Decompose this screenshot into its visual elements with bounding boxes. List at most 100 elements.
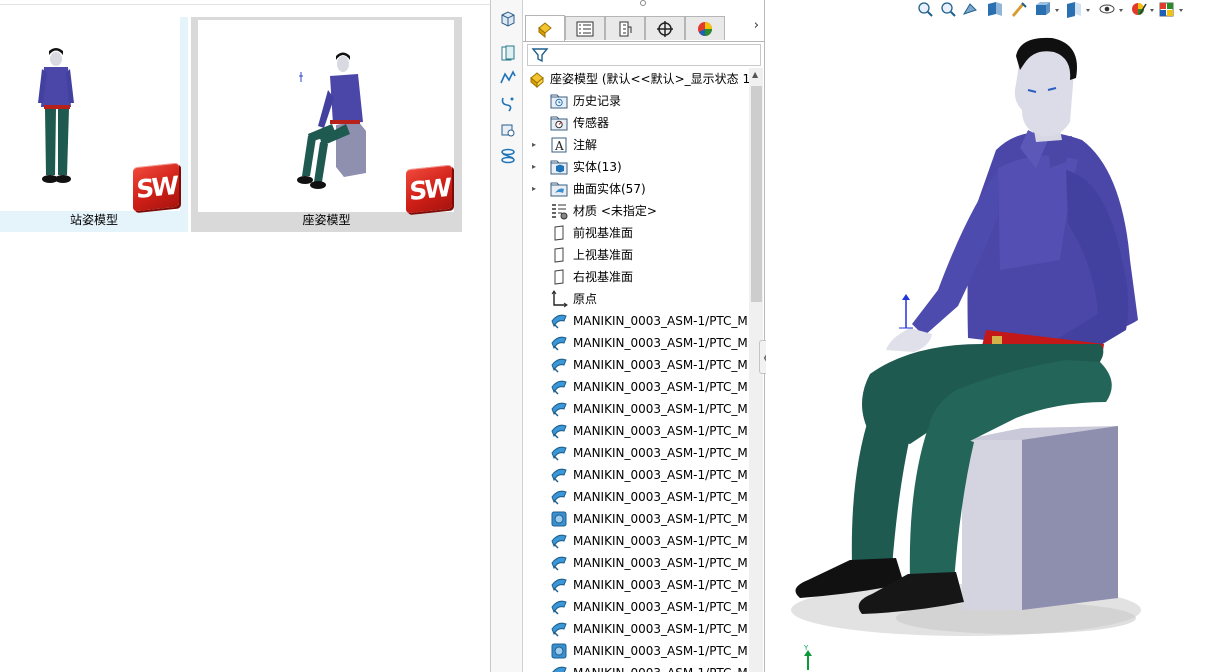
tree-item[interactable]: MANIKIN_0003_ASM-1/PTC_M: [523, 332, 749, 354]
file-name: 站姿模型: [69, 213, 118, 227]
tree-item[interactable]: MANIKIN_0003_ASM-1/PTC_M: [523, 640, 749, 662]
tree-item-label: MANIKIN_0003_ASM-1/PTC_M: [573, 534, 748, 548]
seated-manikin-model[interactable]: [766, 0, 1228, 672]
tree-item[interactable]: MANIKIN_0003_ASM-1/PTC_M: [523, 310, 749, 332]
tree-item[interactable]: MANIKIN_0003_ASM-1/PTC_M: [523, 618, 749, 640]
tree-item[interactable]: 材质 <未指定>: [523, 200, 749, 222]
tree-root-part[interactable]: 座姿模型 (默认<<默认>_显示状态 1: [523, 68, 749, 90]
tree-item-label: MANIKIN_0003_ASM-1/PTC_M: [573, 314, 748, 328]
tree-item[interactable]: 历史记录: [523, 90, 749, 112]
configuration-manager-tab[interactable]: [605, 16, 645, 40]
sensor-folder-icon: [550, 116, 568, 131]
explorer-top-border: [0, 0, 490, 5]
property-list-icon: [576, 21, 594, 36]
tree-item-label: MANIKIN_0003_ASM-1/PTC_M: [573, 622, 748, 636]
tree-item-label: 传感器: [573, 116, 610, 130]
imported-surface-icon: [551, 380, 567, 395]
tree-item-label: MANIKIN_0003_ASM-1/PTC_M: [573, 644, 748, 658]
tree-item-label: MANIKIN_0003_ASM-1/PTC_M: [573, 490, 748, 504]
imported-surface-icon: [551, 490, 567, 505]
file-explorer: SW 站姿模型 SW 座姿模型: [0, 0, 490, 672]
imported-surface-icon: [551, 622, 567, 637]
surface-bodies-icon: [550, 182, 568, 197]
display-manager-tab[interactable]: [685, 16, 725, 40]
imported-surface-icon: [551, 468, 567, 483]
tree-item[interactable]: 前视基准面: [523, 222, 749, 244]
feature-tree-filter[interactable]: [527, 44, 761, 66]
imported-surface-icon: [551, 600, 567, 615]
graphics-area[interactable]: Y: [766, 0, 1228, 672]
tree-item[interactable]: MANIKIN_0003_ASM-1/PTC_M: [523, 398, 749, 420]
tree-item-label: MANIKIN_0003_ASM-1/PTC_M: [573, 662, 748, 672]
imported-surface-icon: [551, 446, 567, 461]
imported-surface-icon: [551, 578, 567, 593]
tree-item-label: 历史记录: [573, 94, 622, 108]
feature-manager-panel: › 座姿模型 (默认<<默认>_显示状态 1 历史记录传感器 ▸ A 注解 ▸ 实体(13…: [523, 0, 765, 672]
tree-item[interactable]: MANIKIN_0003_ASM-1/PTC_M: [523, 376, 749, 398]
tree-item[interactable]: MANIKIN_0003_ASM-1/PTC_M: [523, 662, 749, 672]
imported-surface-icon: [551, 314, 567, 329]
tree-item[interactable]: MANIKIN_0003_ASM-1/PTC_M: [523, 464, 749, 486]
tree-item[interactable]: ▸ A 注解: [523, 134, 749, 156]
tree-item[interactable]: MANIKIN_0003_ASM-1/PTC_M: [523, 508, 749, 530]
appearance-pie-icon: [698, 21, 712, 36]
imported-surface-icon: [551, 556, 567, 571]
imported-surface-icon: [551, 534, 567, 549]
tree-item[interactable]: MANIKIN_0003_ASM-1/PTC_M: [523, 552, 749, 574]
tree-item[interactable]: MANIKIN_0003_ASM-1/PTC_M: [523, 574, 749, 596]
tabs-more-button[interactable]: ›: [754, 18, 759, 33]
solid-bodies-icon: [550, 160, 568, 175]
imported-solid-icon: [551, 511, 567, 527]
tree-item-label: 注解: [573, 138, 598, 152]
sketch-icon[interactable]: [497, 67, 518, 88]
imported-surface-icon: [551, 336, 567, 351]
expand-arrow-icon[interactable]: ▸: [532, 178, 542, 200]
tree-item[interactable]: 上视基准面: [523, 244, 749, 266]
tree-item-label: MANIKIN_0003_ASM-1/PTC_M: [573, 556, 748, 570]
tree-item[interactable]: MANIKIN_0003_ASM-1/PTC_M: [523, 354, 749, 376]
feature-manager-tab[interactable]: [525, 15, 565, 41]
tree-root-label: 座姿模型 (默认<<默认>_显示状态 1: [550, 72, 749, 86]
plane-icon: [554, 247, 564, 263]
tree-item[interactable]: 传感器: [523, 112, 749, 134]
solidworks-file-icon: SW: [133, 162, 179, 212]
tree-item[interactable]: 右视基准面: [523, 266, 749, 288]
expand-arrow-icon[interactable]: ▸: [532, 156, 542, 178]
task-pane-strip: [490, 0, 523, 672]
part-reviewer-icon[interactable]: [497, 119, 518, 140]
tree-item[interactable]: ▸ 曲面实体(57): [523, 178, 749, 200]
tree-item-label: MANIKIN_0003_ASM-1/PTC_M: [573, 402, 748, 416]
tree-item[interactable]: ▸ 实体(13): [523, 156, 749, 178]
material-icon: [552, 204, 568, 220]
tree-item-label: 上视基准面: [573, 248, 634, 262]
view-palette-icon[interactable]: [497, 8, 518, 29]
tree-item-label: MANIKIN_0003_ASM-1/PTC_M: [573, 424, 748, 438]
feature-tree-icon: [538, 21, 552, 38]
filter-icon: [531, 48, 549, 63]
tree-item-label: 曲面实体(57): [573, 182, 646, 196]
imported-surface-icon: [551, 402, 567, 417]
tree-item-label: MANIKIN_0003_ASM-1/PTC_M: [573, 512, 748, 526]
file-tile-seated[interactable]: SW 座姿模型: [191, 17, 462, 232]
part-icon: [530, 72, 544, 88]
tree-item-label: MANIKIN_0003_ASM-1/PTC_M: [573, 380, 748, 394]
tree-item[interactable]: MANIKIN_0003_ASM-1/PTC_M: [523, 596, 749, 618]
expand-arrow-icon[interactable]: ▸: [532, 134, 542, 156]
dimxpert-tab[interactable]: [645, 16, 685, 40]
tree-item-label: MANIKIN_0003_ASM-1/PTC_M: [573, 578, 748, 592]
panel-resize-grip[interactable]: [640, 0, 646, 6]
tree-item[interactable]: 原点: [523, 288, 749, 310]
file-tile-standing[interactable]: SW 站姿模型: [0, 17, 188, 232]
appearance-icon[interactable]: [497, 145, 518, 166]
tree-item[interactable]: MANIKIN_0003_ASM-1/PTC_M: [523, 486, 749, 508]
tree-item[interactable]: MANIKIN_0003_ASM-1/PTC_M: [523, 530, 749, 552]
scrollbar-thumb[interactable]: [751, 86, 762, 302]
design-library-icon[interactable]: [497, 42, 518, 63]
scroll-up-arrow[interactable]: ▲: [752, 70, 758, 79]
tree-item-label: MANIKIN_0003_ASM-1/PTC_M: [573, 468, 748, 482]
property-manager-tab[interactable]: [565, 16, 605, 40]
tree-item[interactable]: MANIKIN_0003_ASM-1/PTC_M: [523, 420, 749, 442]
curves-icon[interactable]: [497, 93, 518, 114]
imported-surface-icon: [551, 358, 567, 373]
tree-item[interactable]: MANIKIN_0003_ASM-1/PTC_M: [523, 442, 749, 464]
